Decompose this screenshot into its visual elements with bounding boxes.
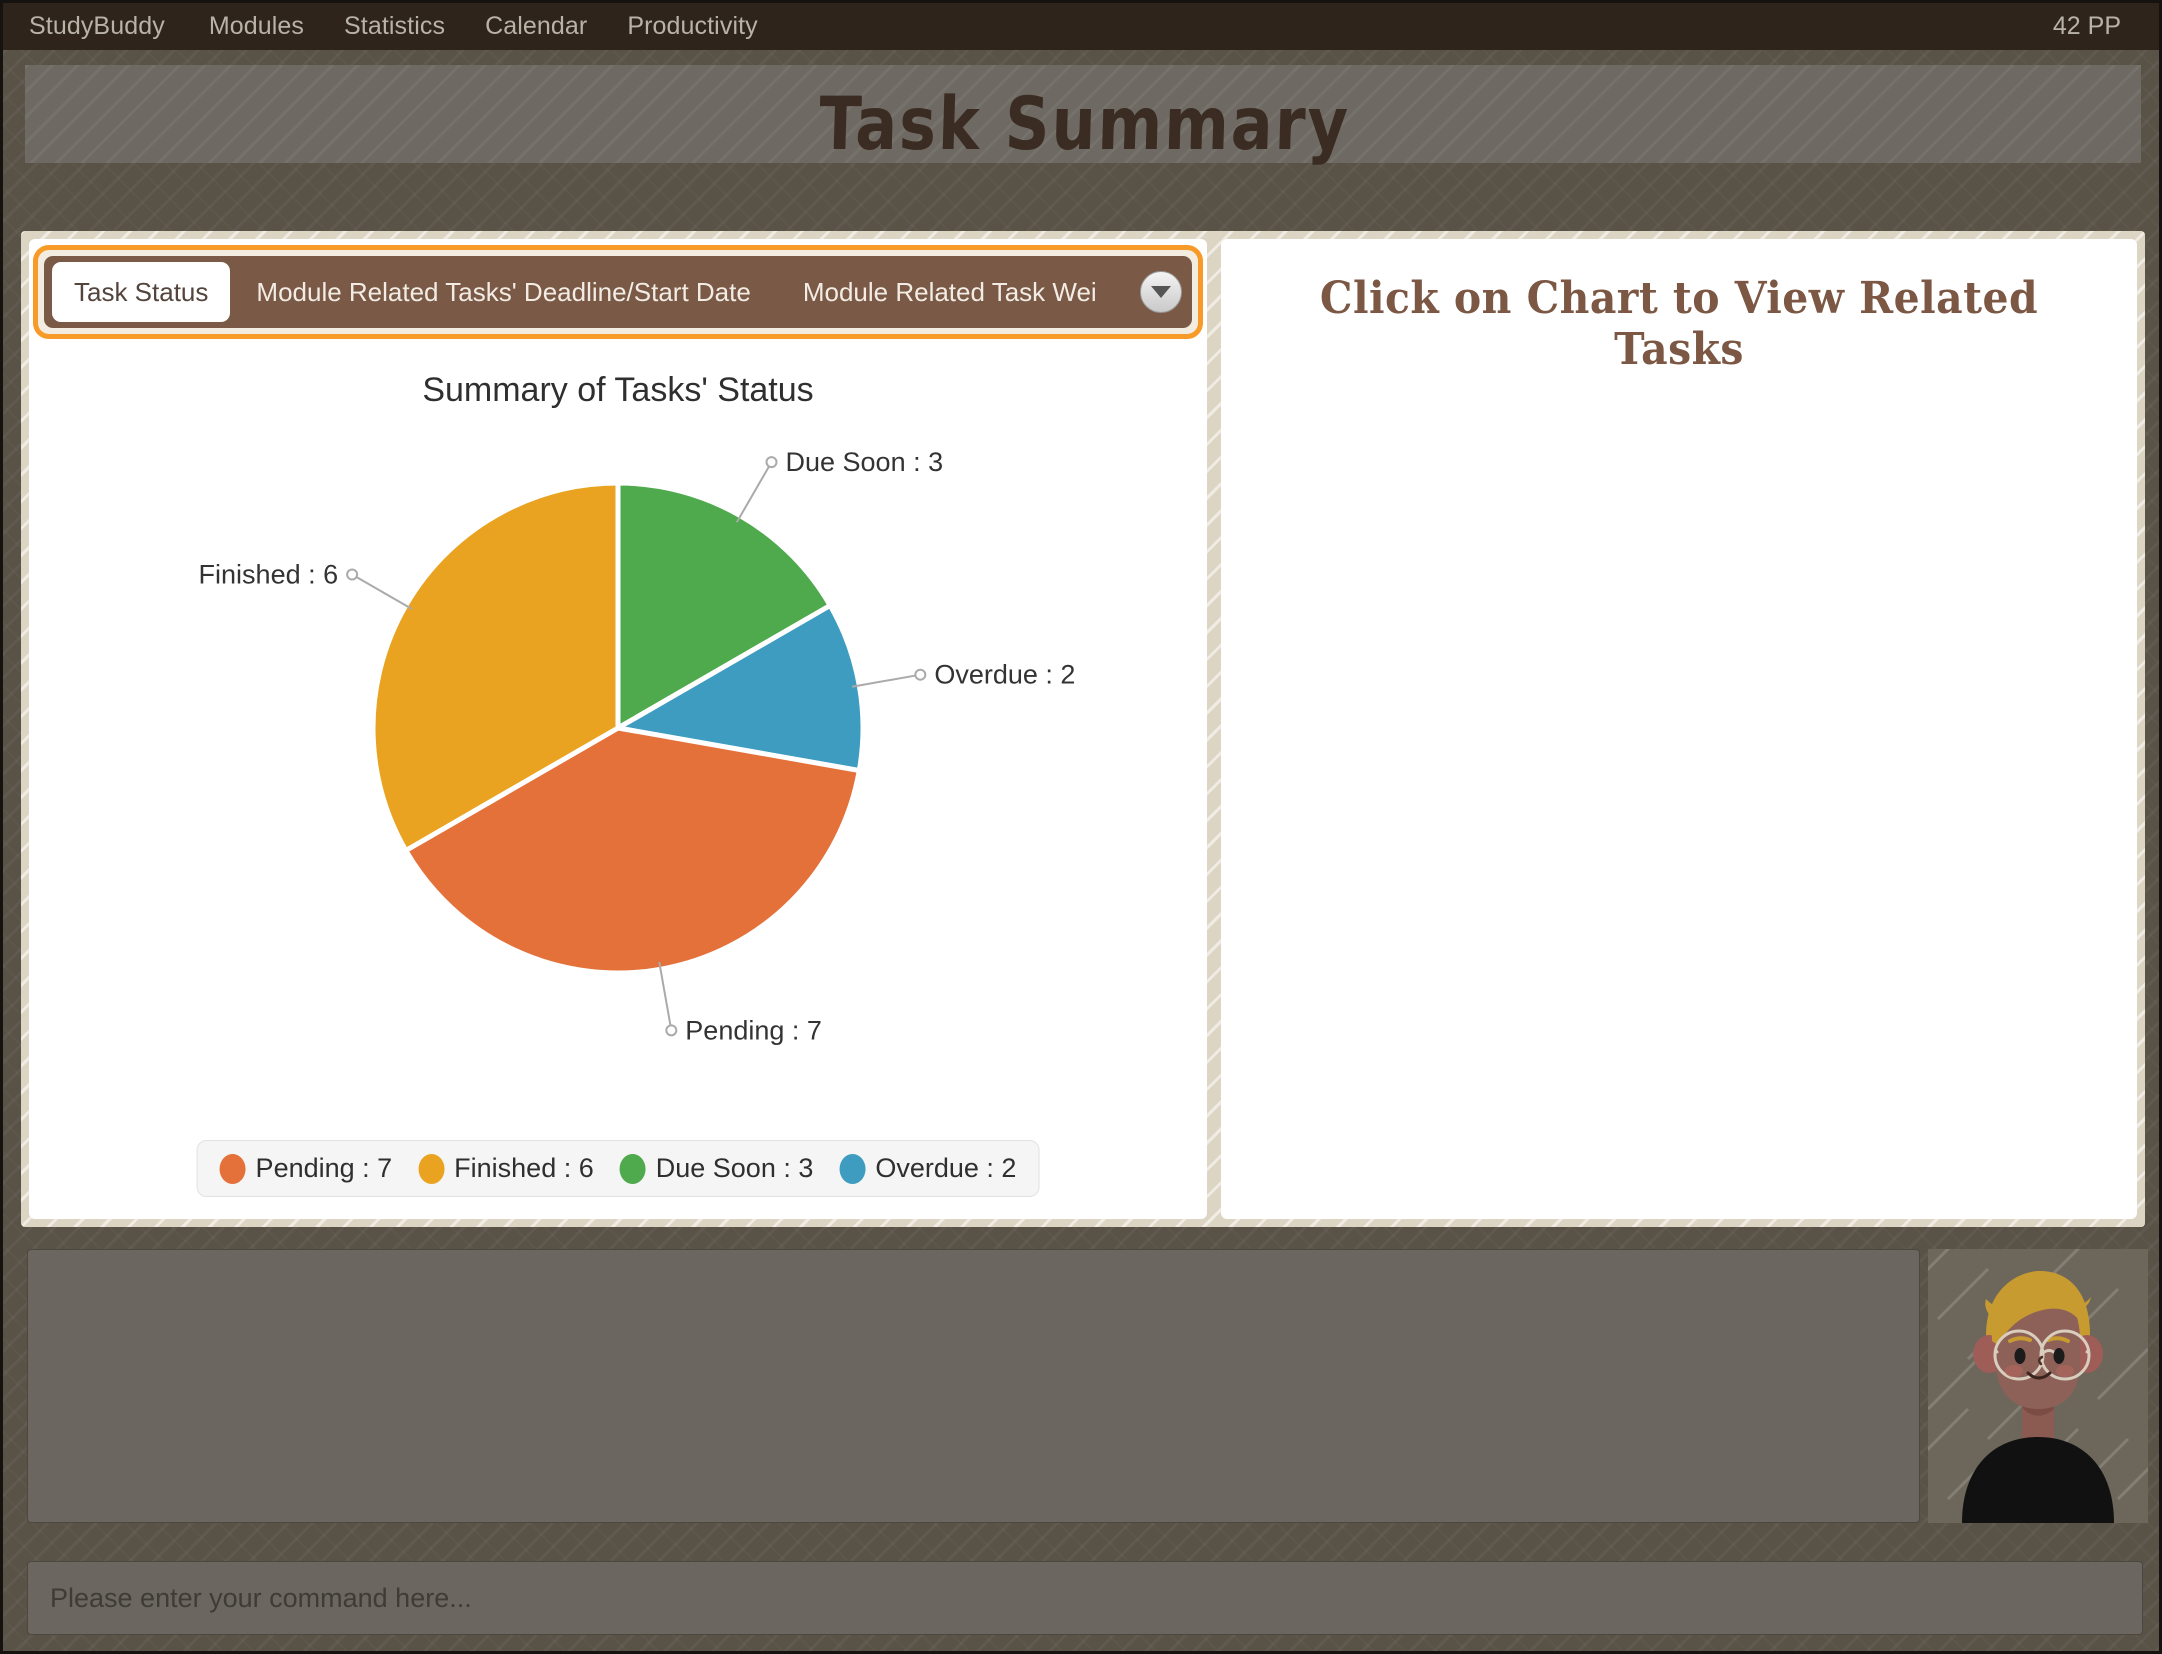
legend-swatch-icon (219, 1153, 246, 1184)
related-tasks-heading: Click on Chart to View Related Tasks (1319, 273, 2039, 375)
chevron-down-glyph (1151, 286, 1171, 298)
tab-module-task-weightage[interactable]: Module Related Task Wei (777, 256, 1107, 328)
legend-swatch-icon (418, 1153, 445, 1184)
pie-leader-dot (346, 568, 359, 581)
tab-task-status[interactable]: Task Status (52, 262, 231, 322)
legend-swatch-icon (619, 1153, 646, 1184)
legend-swatch-icon (839, 1153, 866, 1184)
pie-chart-area: Summary of Tasks' Status Due Soon : 3 Ove… (29, 339, 1207, 1219)
page-title: Task Summary (817, 80, 1351, 167)
pie-leader-dot (914, 668, 927, 681)
menu-item-statistics[interactable]: Statistics (344, 12, 445, 41)
command-input-row (27, 1561, 2143, 1635)
pie-chart-svg[interactable]: Due Soon : 3 Overdue : 2 Pending : 7 Finish… (68, 410, 1168, 1070)
legend-item-overdue[interactable]: Overdue : 2 (839, 1153, 1016, 1184)
legend-label: Pending : 7 (255, 1153, 393, 1183)
chart-title: Summary of Tasks' Status (422, 371, 814, 409)
tab-module-deadline-start-date[interactable]: Module Related Tasks' Deadline/Start Dat… (230, 256, 776, 328)
page-title-band: Task Summary (25, 65, 2141, 167)
menu-item-calendar[interactable]: Calendar (485, 12, 587, 41)
study-buddy-avatar (1928, 1249, 2148, 1523)
pie-label-finished: Finished : 6 (199, 560, 339, 590)
pie-chart-stage: Due Soon : 3 Overdue : 2 Pending : 7 Finish… (29, 410, 1207, 1110)
main-menu-bar: StudyBuddy Modules Statistics Calendar P… (3, 3, 2159, 50)
related-tasks-list (1221, 375, 2137, 415)
pie-leader-line (735, 461, 773, 523)
pie-label-pending: Pending : 7 (685, 1015, 822, 1045)
avatar-illustration (1928, 1249, 2148, 1523)
chart-legend: Pending : 7 Finished : 6 Due Soon : 3 Overd… (196, 1140, 1040, 1197)
pie-label-overdue: Overdue : 2 (934, 660, 1075, 690)
menu-item-modules[interactable]: Modules (209, 12, 304, 41)
command-input[interactable] (27, 1561, 2143, 1635)
legend-item-finished[interactable]: Finished : 6 (418, 1153, 594, 1184)
menu-item-studybuddy[interactable]: StudyBuddy (29, 12, 165, 41)
pie-leader-dot (665, 1024, 678, 1037)
pp-counter-badge: 42 PP (2052, 12, 2121, 40)
pie-leader-line (851, 673, 921, 688)
pie-label-due-soon: Due Soon : 3 (786, 447, 944, 477)
legend-label: Overdue : 2 (875, 1153, 1017, 1183)
related-tasks-card: Click on Chart to View Related Tasks (1221, 239, 2137, 1219)
application-window: StudyBuddy Modules Statistics Calendar P… (0, 0, 2162, 1654)
legend-label: Finished : 6 (454, 1153, 594, 1183)
chevron-down-icon[interactable] (1140, 271, 1182, 313)
menu-item-productivity[interactable]: Productivity (627, 12, 757, 41)
chat-log-panel (27, 1249, 1920, 1523)
legend-label: Due Soon : 3 (655, 1153, 814, 1183)
pie-leader-line (351, 573, 413, 611)
pie-slice-group[interactable] (370, 480, 866, 976)
legend-item-pending[interactable]: Pending : 7 (219, 1153, 393, 1184)
legend-item-due-soon[interactable]: Due Soon : 3 (619, 1153, 814, 1184)
chart-card: Task Status Module Related Tasks' Deadli… (29, 239, 1207, 1219)
tab-strip-focus-ring: Task Status Module Related Tasks' Deadli… (33, 245, 1203, 339)
tab-strip: Task Status Module Related Tasks' Deadli… (44, 256, 1192, 328)
pie-leader-dot (765, 456, 778, 469)
pie-leader-line (658, 961, 673, 1031)
content-tray: Task Status Module Related Tasks' Deadli… (21, 231, 2145, 1227)
